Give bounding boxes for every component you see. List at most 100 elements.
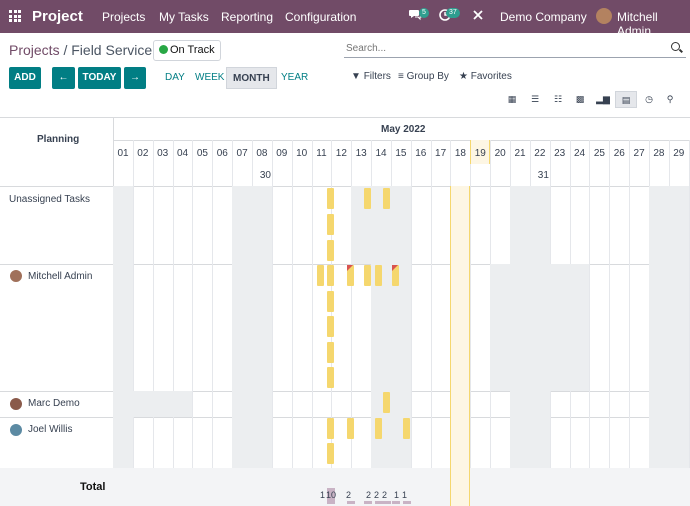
day-label: 19 [474,148,486,159]
favorites-button[interactable]: ★ Favorites [459,71,512,82]
task-pill[interactable] [382,188,390,209]
task-pill[interactable] [402,418,410,439]
add-button[interactable]: ADD [9,67,41,89]
row-label-marc[interactable]: Marc Demo [28,398,80,409]
day-label: 25 [593,148,605,159]
graph-view-icon[interactable]: ▂▆ [592,91,614,108]
task-pill[interactable] [327,291,335,312]
task-pill[interactable] [327,214,335,235]
group-by-button[interactable]: ≡ Group By [398,71,449,82]
task-pill[interactable] [327,188,335,209]
weekend-column [668,186,689,468]
day-grid-line [271,140,273,506]
menu-my-tasks[interactable]: My Tasks [159,10,209,24]
day-label: 09 [276,148,288,159]
user-menu[interactable]: Mitchell Admin [617,10,690,38]
scale-week[interactable]: WEEK [189,67,230,89]
task-pill[interactable] [327,240,335,261]
row-label-unassigned[interactable]: Unassigned Tasks [9,194,90,205]
day-label: 07 [236,148,248,159]
day-label: 04 [176,148,189,159]
activity-view-icon[interactable]: ◷ [638,91,660,108]
project-status-button[interactable]: On Track [153,40,221,61]
pivot-view-icon[interactable]: ▩ [569,91,591,108]
search-input[interactable] [344,39,664,58]
filter-icon: ▼ [351,71,361,82]
weekend-column [510,186,530,468]
gantt-chart: Planning May 2022 Unassigned Tasks Mitch… [0,117,690,506]
day-label: 10 [296,148,308,159]
total-value: 2 [374,490,380,500]
weekend-column [529,186,550,468]
task-pill[interactable] [347,418,355,439]
company-switcher[interactable]: Demo Company [500,10,587,24]
search-bar[interactable] [344,38,686,58]
total-bar [375,501,384,504]
task-pill[interactable] [375,418,383,439]
app-brand[interactable]: Project [32,8,83,25]
avatar-mitchell [9,269,23,283]
task-pill[interactable] [317,265,325,286]
task-pill[interactable] [327,316,335,337]
breadcrumb-current: Field Service [71,42,153,58]
task-pill[interactable] [327,265,335,286]
day-grid-line [212,140,214,506]
day-label: 06 [216,148,228,159]
task-pill[interactable] [364,188,372,209]
total-value: 1 [320,490,326,500]
day-label: 24 [573,148,586,159]
search-icon[interactable] [671,42,680,51]
row-grid-line [0,417,690,418]
gantt-month-label: May 2022 [381,124,426,135]
menu-configuration[interactable]: Configuration [285,10,356,24]
deadline-flag-icon [347,265,354,271]
row-label-joel[interactable]: Joel Willis [28,424,72,435]
day-label: 17 [435,148,447,159]
task-pill[interactable] [382,392,390,413]
unavailable-block [132,391,193,417]
task-pill[interactable] [364,265,372,286]
scale-month[interactable]: MONTH [226,67,277,89]
list-view-icon[interactable]: ☰ [524,91,546,108]
day-label: 14 [375,148,387,159]
today-column [450,186,471,506]
total-bar [391,501,400,504]
total-value: 1 [402,490,408,500]
day-label: 05 [196,148,208,159]
group-by-icon: ≡ [398,71,404,82]
task-pill[interactable] [327,418,335,439]
day-label: 16 [415,148,427,159]
map-view-icon[interactable]: ⚲ [659,91,681,108]
task-pill[interactable] [327,342,335,363]
day-label: 02 [137,148,149,159]
prev-button[interactable]: ← [52,67,75,89]
task-pill[interactable] [375,265,383,286]
menu-reporting[interactable]: Reporting [221,10,273,24]
breadcrumb-separator: / [63,42,68,58]
week-label: 31 [537,170,549,181]
day-label: 23 [554,148,566,159]
day-label: 28 [653,148,665,159]
calendar-view-icon[interactable]: ☷ [547,91,569,108]
avatar-marc [9,397,23,411]
scale-year[interactable]: YEAR [275,67,314,89]
row-grid-line [0,391,690,392]
breadcrumb-projects[interactable]: Projects [9,42,60,58]
debug-tools-icon[interactable] [472,9,484,24]
scale-day[interactable]: DAY [159,67,191,89]
total-value: 10 [326,490,337,500]
day-label: 03 [157,148,169,159]
row-label-mitchell[interactable]: Mitchell Admin [28,271,92,282]
gantt-view-icon[interactable]: ▤ [615,91,637,108]
apps-menu-icon[interactable] [9,10,21,22]
menu-projects[interactable]: Projects [102,10,145,24]
next-button[interactable]: → [124,67,146,89]
task-pill[interactable] [327,367,335,388]
kanban-view-icon[interactable]: ▦ [501,91,523,108]
task-pill[interactable] [327,443,335,464]
day-grid-line [291,140,293,506]
total-value: 2 [382,490,388,500]
user-avatar[interactable] [596,8,612,24]
filters-button[interactable]: ▼ Filters [351,71,391,82]
today-button[interactable]: TODAY [78,67,121,89]
